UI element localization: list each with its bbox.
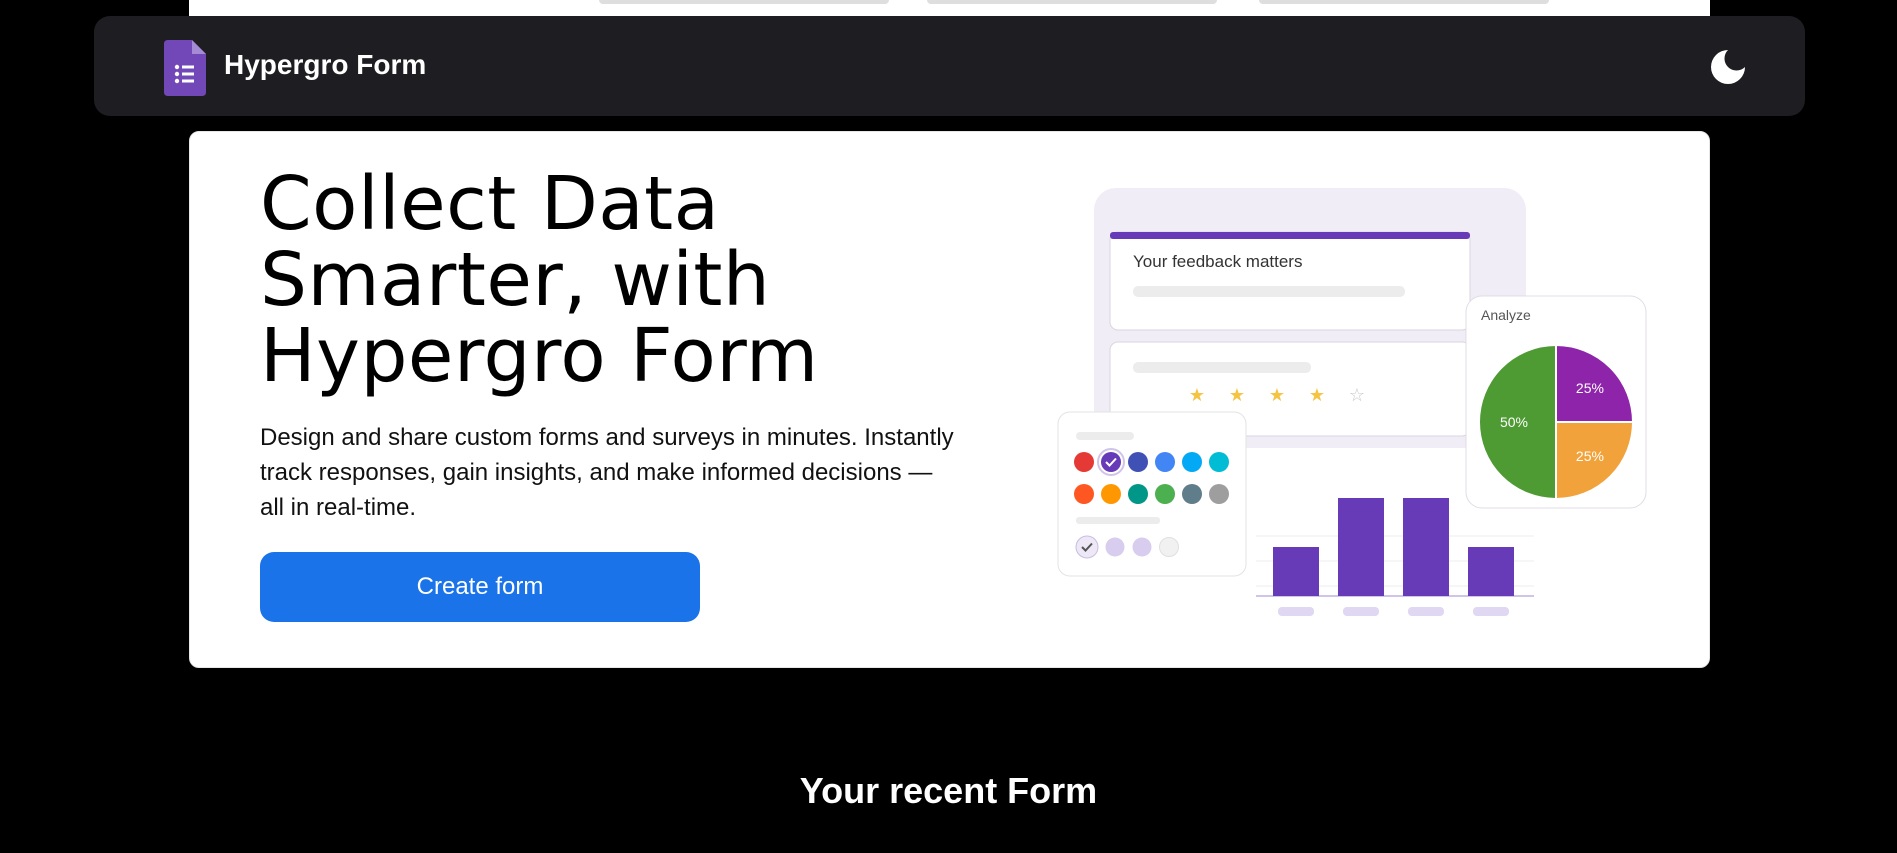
star-icon: ★ xyxy=(1309,385,1325,406)
placeholder-line xyxy=(1076,517,1160,524)
circle-option xyxy=(1105,537,1125,557)
placeholder-line xyxy=(1076,432,1134,440)
color-swatch xyxy=(1155,452,1175,472)
color-swatch xyxy=(1128,452,1148,472)
card-edge xyxy=(927,0,1217,4)
color-swatch xyxy=(1182,452,1202,472)
color-swatch xyxy=(1209,452,1229,472)
bar-label-placeholder xyxy=(1473,607,1509,616)
star-icon: ☆ xyxy=(1349,385,1365,406)
color-swatch xyxy=(1128,484,1148,504)
app-title: Hypergro Form xyxy=(224,49,427,80)
placeholder-line xyxy=(1133,362,1311,373)
bar-label-placeholder xyxy=(1278,607,1314,616)
top-content-strip xyxy=(189,0,1710,16)
bar xyxy=(1468,547,1514,596)
navbar: Hypergro Form xyxy=(94,16,1805,116)
hero-description: Design and share custom forms and survey… xyxy=(260,424,954,521)
pie-slice-label: 50% xyxy=(1500,414,1528,430)
card-edge xyxy=(599,0,889,4)
star-icon: ★ xyxy=(1269,385,1285,406)
create-form-button[interactable]: Create form xyxy=(260,552,700,622)
circle-option xyxy=(1159,537,1179,557)
forms-logo-icon[interactable] xyxy=(164,40,206,96)
card-edge xyxy=(1259,0,1549,4)
color-swatch xyxy=(1074,484,1094,504)
pie-chart: 25% 25% 50% xyxy=(1478,343,1635,501)
feedback-title: Your feedback matters xyxy=(1133,252,1302,271)
pie-slice-label: 25% xyxy=(1576,448,1604,464)
circle-option xyxy=(1132,537,1152,557)
color-swatch xyxy=(1074,452,1094,472)
bar xyxy=(1338,498,1384,596)
bar-chart xyxy=(1256,498,1534,616)
analyze-label: Analyze xyxy=(1481,307,1531,323)
color-swatch xyxy=(1101,484,1121,504)
pie-slice-label: 25% xyxy=(1576,380,1604,396)
feedback-card xyxy=(1109,231,1471,331)
hero-title: Collect Data Smarter, with Hypergro Form xyxy=(260,161,819,399)
checked-circle xyxy=(1075,535,1099,559)
hero-card: Collect Data Smarter, with Hypergro Form… xyxy=(189,131,1710,668)
recent-forms-heading: Your recent Form xyxy=(799,770,1098,811)
hero-illustration: Your feedback matters ★ ★ ★ ★ ☆ Analyze 25%2… xyxy=(1057,188,1647,616)
bar xyxy=(1273,547,1319,596)
star-icon: ★ xyxy=(1229,385,1245,406)
bar xyxy=(1403,498,1449,596)
bar-label-placeholder xyxy=(1343,607,1379,616)
bar-label-placeholder xyxy=(1408,607,1444,616)
star-icon: ★ xyxy=(1189,385,1205,406)
placeholder-line xyxy=(1133,286,1405,297)
color-swatch xyxy=(1101,452,1121,472)
color-swatch xyxy=(1155,484,1175,504)
form-accent-bar xyxy=(1110,232,1470,239)
color-swatch xyxy=(1209,484,1229,504)
moon-icon[interactable] xyxy=(1709,48,1747,86)
color-swatch xyxy=(1182,484,1202,504)
